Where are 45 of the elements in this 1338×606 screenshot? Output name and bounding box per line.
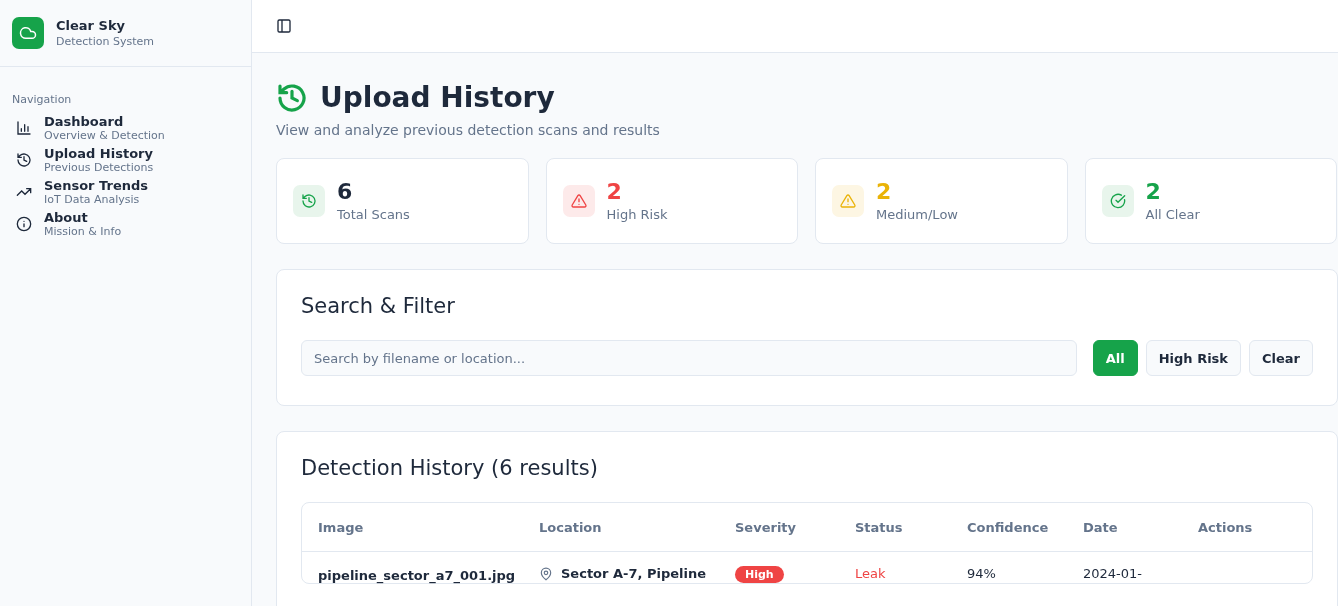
stat-value: 2 (876, 180, 893, 205)
section-title: Search & Filter (301, 294, 456, 318)
column-header: Severity (735, 519, 798, 535)
history-icon (293, 185, 325, 217)
severity-badge: High (735, 566, 784, 583)
history-icon (276, 81, 308, 114)
date-text: 2024-01- (1083, 566, 1143, 581)
logo-icon (12, 17, 44, 49)
column-header: Date (1083, 519, 1119, 535)
confidence-text: 94% (967, 566, 997, 581)
page-title: Upload History (320, 81, 555, 114)
nav-item[interactable]: Sensor Trends IoT Data Analysis (12, 176, 239, 208)
map-pin-icon (539, 566, 553, 581)
column-header: Actions (1198, 519, 1254, 535)
warning-icon (562, 185, 595, 217)
stat-value: 2 (606, 180, 623, 205)
column-header: Confidence (967, 519, 1050, 535)
bar-chart-icon (16, 120, 32, 136)
nav-item[interactable]: Upload History Previous Detections (12, 144, 239, 176)
column-header: Status (855, 519, 904, 535)
panel-icon (276, 18, 292, 34)
page-subtitle: View and analyze previous detection scans and results (276, 122, 661, 138)
location-text: Sector A-7, Pipeline (561, 566, 707, 581)
nav-item[interactable]: About Mission & Info (12, 208, 239, 240)
status-text: Leak (855, 566, 887, 581)
column-header: Image (318, 519, 365, 535)
file-name: pipeline_sector_a7_001.jpg (318, 567, 517, 583)
warning-icon (832, 185, 864, 217)
stat-label: Total Scans (337, 206, 410, 222)
history-icon (16, 152, 32, 168)
nav-heading: Navigation (12, 93, 73, 106)
filter-button[interactable]: High Risk (1145, 340, 1241, 376)
stat-label: All Clear (1145, 206, 1200, 222)
nav-item[interactable]: Dashboard Overview & Detection (12, 112, 239, 144)
info-icon (16, 216, 32, 232)
app-name: Clear Sky (56, 18, 126, 33)
section-title: Detection History (6 results) (301, 456, 599, 480)
stat-label: Medium/Low (876, 206, 958, 222)
app-subtitle: Detection System (56, 35, 154, 48)
stat-value: 2 (1145, 180, 1162, 205)
stat-value: 6 (337, 180, 354, 205)
column-header: Location (539, 519, 603, 535)
filter-button[interactable]: Clear (1249, 340, 1313, 376)
stat-label: High Risk (606, 206, 668, 222)
search-field[interactable]: Search by filename or location... (301, 340, 1077, 376)
